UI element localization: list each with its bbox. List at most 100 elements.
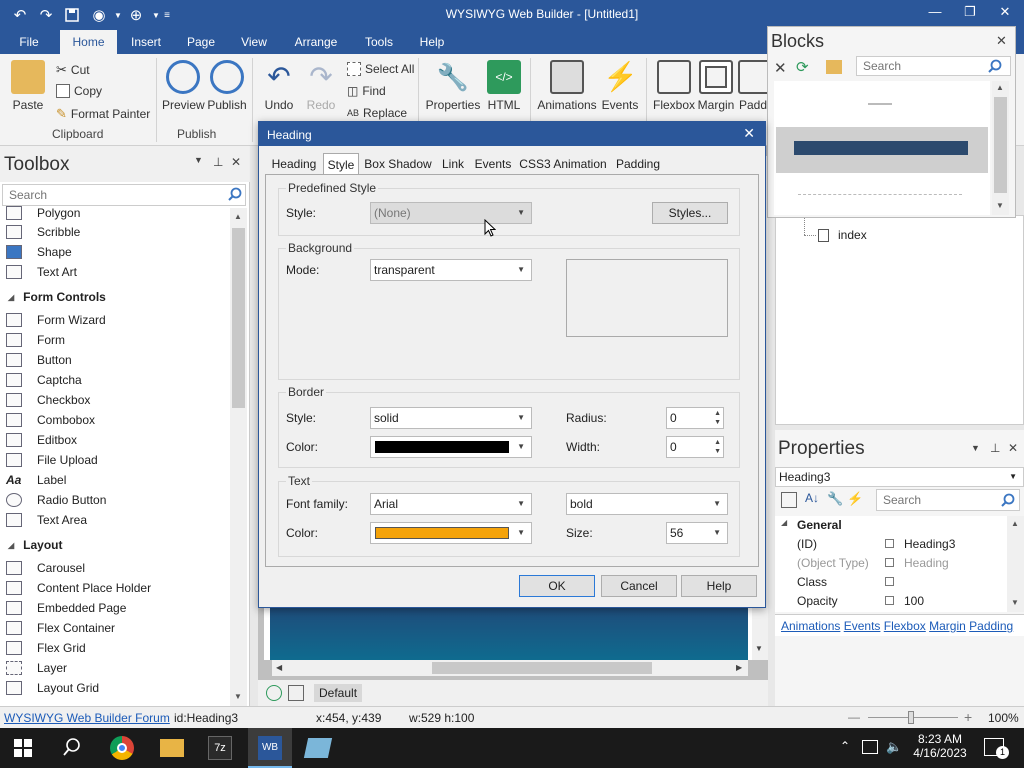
property-value-id[interactable]: Heading3 [904,537,955,551]
dialog-tab-heading[interactable]: Heading [267,153,321,175]
flexbox-button[interactable]: Flexbox [652,60,696,112]
dialog-tab-css3-animation[interactable]: CSS3 Animation [519,153,607,175]
toolbox-item-carousel[interactable]: Carousel [0,558,230,578]
dialog-title-bar[interactable]: Heading ✕ [259,122,765,146]
toolbox-item-combobox[interactable]: Combobox [0,410,230,430]
forum-link[interactable]: WYSIWYG Web Builder Forum [4,711,170,725]
taskbar-clock[interactable]: 8:23 AM 4/16/2023 [912,732,968,760]
property-binding-icon[interactable] [885,577,894,586]
font-weight-combo[interactable]: bold ▼ [566,493,728,515]
dialog-tab-padding[interactable]: Padding [613,153,663,175]
scroll-up-icon[interactable]: ▲ [996,83,1004,92]
property-binding-icon[interactable] [885,596,894,605]
toolbox-item-polygon[interactable]: Polygon [0,204,230,222]
link-animations[interactable]: Animations [781,619,840,633]
toolbox-item-layer[interactable]: Layer [0,658,230,678]
copy-button[interactable]: Copy [56,84,102,98]
dialog-tab-events[interactable]: Events [473,153,513,175]
add-breakpoint-icon[interactable] [266,685,282,701]
sort-az-icon[interactable]: A↓ [805,491,819,505]
close-icon[interactable]: ✕ [743,125,755,142]
search-icon[interactable] [62,737,82,760]
toolbox-item-form[interactable]: Form [0,330,230,350]
border-style-combo[interactable]: solid ▼ [370,407,532,429]
scroll-down-icon[interactable]: ▼ [755,644,763,653]
link-events[interactable]: Events [844,619,881,633]
toolbox-category-layout[interactable]: ◢ Layout [0,535,230,555]
toolbox-item-text-art[interactable]: Text Art [0,262,230,282]
toolbox-item-editbox[interactable]: Editbox [0,430,230,450]
tab-help[interactable]: Help [414,30,450,54]
background-mode-combo[interactable]: transparent ▼ [370,259,532,281]
dialog-tab-box-shadow[interactable]: Box Shadow [363,153,433,175]
pin-icon[interactable]: ⊥ [213,155,223,169]
block-thumbnail-selected[interactable] [776,127,988,173]
zoom-in-icon[interactable]: + [964,709,972,725]
toolbox-category-form-controls[interactable]: ◢ Form Controls [0,287,230,307]
app-icon[interactable] [303,738,333,758]
predefined-style-combo[interactable]: (None) ▼ [370,202,532,224]
restore-button[interactable]: ❐ [955,4,985,24]
toolbox-item-embedded-page[interactable]: Embedded Page [0,598,230,618]
close-button[interactable]: ✕ [990,4,1020,24]
stepper-arrows-icon[interactable]: ▲ ▼ [714,409,721,427]
toolbox-item-layout-grid[interactable]: Layout Grid [0,678,230,698]
tab-tools[interactable]: Tools [360,30,398,54]
dialog-tab-link[interactable]: Link [439,153,467,175]
scroll-down-icon[interactable]: ▼ [996,201,1004,210]
tab-arrange[interactable]: Arrange [289,30,343,54]
cut-button[interactable]: ✂ Cut [56,62,90,78]
properties-search-input[interactable] [876,489,1020,511]
tab-file[interactable]: File [10,30,48,54]
margin-button[interactable]: Margin [696,60,736,112]
animations-button[interactable]: Animations [536,60,598,112]
select-all-button[interactable]: Select All [347,62,414,76]
search-icon[interactable] [228,187,242,204]
scroll-thumb[interactable] [432,662,652,674]
toolbox-item-checkbox[interactable]: Checkbox [0,390,230,410]
format-painter-button[interactable]: ✎ Format Painter [56,106,150,122]
search-icon[interactable] [988,59,1002,76]
redo-button[interactable]: ↷ Redo [302,60,340,112]
border-color-picker[interactable]: ▼ [370,436,532,458]
toolbox-item-shape[interactable]: Shape [0,242,230,262]
tab-page[interactable]: Page [183,30,219,54]
toolbox-item-file-upload[interactable]: File Upload [0,450,230,470]
cancel-button[interactable]: Cancel [601,575,677,597]
border-radius-stepper[interactable]: 0 ▲ ▼ [666,407,724,429]
close-icon[interactable]: ✕ [1008,441,1018,455]
breakpoint-settings-icon[interactable] [288,685,304,701]
taskbar-wysiwyg-active[interactable]: WB [248,728,292,768]
toolbox-search-input[interactable] [2,184,246,206]
font-family-combo[interactable]: Arial ▼ [370,493,532,515]
scroll-down-icon[interactable]: ▼ [1011,598,1019,607]
7zip-icon[interactable]: 7z [208,736,232,760]
windows-start-icon[interactable] [14,739,32,760]
property-binding-icon[interactable] [885,558,894,567]
scroll-down-icon[interactable]: ▼ [234,692,242,701]
tab-home[interactable]: Home [60,30,117,54]
scroll-up-icon[interactable]: ▲ [234,212,242,221]
delete-icon[interactable]: ✕ [774,59,787,77]
link-padding[interactable]: Padding [969,619,1013,633]
events-button[interactable]: ⚡ Events [600,60,640,112]
lightning-icon[interactable]: ⚡ [847,491,863,507]
minimize-button[interactable]: — [920,4,950,24]
toolbox-item-captcha[interactable]: Captcha [0,370,230,390]
zoom-slider-thumb[interactable] [908,711,914,724]
volume-icon[interactable]: 🔈 [886,739,902,755]
toolbox-item-flex-container[interactable]: Flex Container [0,618,230,638]
heading-element[interactable] [270,606,748,660]
font-size-combo[interactable]: 56 ▼ [666,522,728,544]
refresh-icon[interactable]: ⟳ [796,58,809,76]
collapse-triangle-icon[interactable]: ◢ [781,518,787,527]
network-icon[interactable] [862,740,878,754]
property-binding-icon[interactable] [885,539,894,548]
toolbox-item-form-wizard[interactable]: Form Wizard [0,310,230,330]
toolbox-scrollbar[interactable]: ▲ ▼ [230,208,247,706]
scroll-thumb[interactable] [232,228,245,408]
scroll-left-icon[interactable]: ◀ [276,663,282,672]
scroll-right-icon[interactable]: ▶ [736,663,742,672]
property-value-opacity[interactable]: 100 [904,594,924,608]
search-icon[interactable] [1001,493,1015,510]
